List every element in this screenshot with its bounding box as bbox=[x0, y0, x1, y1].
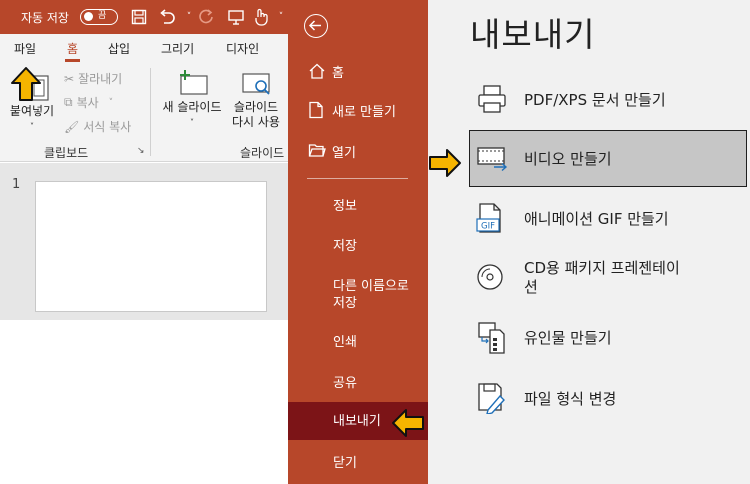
nav-info[interactable]: 정보 bbox=[333, 198, 357, 215]
package-for-cd-option[interactable]: CD용 패키지 프레젠테이 션 bbox=[470, 258, 746, 298]
slide-thumbnail-pane: 1 bbox=[0, 163, 288, 320]
create-video-label: 비디오 만들기 bbox=[524, 150, 612, 168]
video-film-icon bbox=[477, 147, 508, 172]
redo-icon[interactable] bbox=[198, 7, 216, 27]
page-title: 내보내기 bbox=[470, 15, 596, 54]
new-document-icon bbox=[309, 101, 323, 119]
undo-icon[interactable] bbox=[158, 7, 176, 27]
package-for-cd-label-1: CD용 패키지 프레젠테이 bbox=[524, 259, 680, 277]
printer-icon bbox=[478, 85, 506, 113]
package-for-cd-label: CD용 패키지 프레젠테이 션 bbox=[524, 259, 680, 297]
nav-share[interactable]: 공유 bbox=[333, 375, 357, 392]
autosave-toggle[interactable]: 끔 bbox=[80, 9, 118, 25]
new-slide-label: 새 슬라이드 bbox=[162, 100, 222, 114]
gif-file-icon: GIF bbox=[476, 203, 501, 233]
svg-text:GIF: GIF bbox=[481, 222, 495, 232]
tab-draw[interactable]: 그리기 bbox=[161, 40, 194, 57]
create-gif-option[interactable]: GIF 애니메이션 GIF 만들기 bbox=[470, 198, 746, 236]
create-pdf-xps-option[interactable]: PDF/XPS 문서 만들기 bbox=[470, 82, 746, 116]
change-file-type-icon bbox=[478, 383, 505, 414]
scissors-icon: ✂ bbox=[64, 71, 75, 86]
ribbon-divider bbox=[150, 68, 151, 156]
home-icon bbox=[309, 63, 325, 79]
paste-dropdown-icon[interactable]: ˅ bbox=[6, 119, 58, 134]
nav-save-as[interactable]: 다른 이름으로 저장 bbox=[333, 278, 409, 312]
save-icon[interactable] bbox=[130, 7, 148, 27]
undo-dropdown-icon[interactable]: ˅ bbox=[180, 7, 198, 27]
create-video-option[interactable]: 비디오 만들기 bbox=[469, 130, 747, 187]
nav-save-as-label-1: 다른 이름으로 bbox=[333, 279, 409, 294]
change-file-type-label: 파일 형식 변경 bbox=[524, 390, 617, 408]
nav-divider bbox=[307, 178, 408, 179]
new-slide-button[interactable]: 새 슬라이드 ˅ bbox=[158, 68, 226, 130]
cd-disc-icon bbox=[477, 264, 503, 290]
highlight-arrow-up-icon bbox=[11, 67, 41, 101]
nav-save[interactable]: 저장 bbox=[333, 238, 357, 255]
highlight-arrow-right-icon bbox=[429, 149, 461, 177]
format-painter-label: 서식 복사 bbox=[83, 120, 132, 134]
copy-button[interactable]: ⧉ 복사 ˅ bbox=[64, 94, 113, 111]
create-handouts-label: 유인물 만들기 bbox=[524, 329, 612, 347]
package-for-cd-label-2: 션 bbox=[524, 278, 538, 296]
toggle-state-label: 끔 bbox=[98, 11, 107, 21]
nav-open[interactable]: 열기 bbox=[288, 142, 428, 162]
nav-home-label: 홈 bbox=[332, 66, 344, 81]
tab-design[interactable]: 디자인 bbox=[226, 40, 259, 57]
toggle-knob bbox=[84, 12, 93, 21]
present-icon[interactable] bbox=[227, 7, 245, 27]
nav-new-label: 새로 만들기 bbox=[332, 105, 396, 120]
reuse-slide-button[interactable]: 슬라이드 다시 사용 bbox=[228, 68, 284, 130]
editor-canvas bbox=[0, 320, 288, 484]
open-folder-icon bbox=[308, 144, 326, 157]
title-bar: 자동 저장 끔 ˅ ˅ bbox=[0, 0, 288, 34]
slide-number: 1 bbox=[12, 177, 21, 192]
back-arrow-icon bbox=[308, 20, 321, 31]
new-slide-icon bbox=[180, 70, 208, 95]
copy-icon: ⧉ bbox=[64, 95, 73, 109]
highlight-arrow-left-icon bbox=[392, 409, 424, 437]
reuse-slide-icon bbox=[242, 73, 270, 95]
nav-new[interactable]: 새로 만들기 bbox=[288, 101, 428, 121]
copy-label: 복사 bbox=[76, 96, 99, 110]
paste-label: 붙여넣기 bbox=[9, 104, 55, 118]
clipboard-launcher-icon[interactable]: ↘ bbox=[137, 146, 145, 156]
export-panel: 내보내기 PDF/XPS 문서 만들기 비디오 만들기 GIF 애니메이션 GI… bbox=[428, 0, 750, 484]
copy-dropdown-icon[interactable]: ˅ bbox=[109, 98, 114, 108]
tab-insert[interactable]: 삽입 bbox=[108, 40, 130, 57]
ribbon: 붙여넣기 ˅ ✂ 잘라내기 ⧉ 복사 ˅ 🖌 서식 복사 클립보드 ↘ 새 슬라이드 ˅… bbox=[0, 62, 288, 162]
handouts-icon bbox=[478, 322, 505, 354]
cut-button[interactable]: ✂ 잘라내기 bbox=[64, 70, 122, 87]
back-button[interactable] bbox=[304, 14, 328, 38]
create-handouts-option[interactable]: 유인물 만들기 bbox=[470, 319, 746, 355]
format-painter-button[interactable]: 🖌 서식 복사 bbox=[64, 118, 131, 135]
group-slides-label: 슬라이드 bbox=[240, 146, 285, 160]
tab-home[interactable]: 홈 bbox=[64, 40, 81, 62]
nav-print[interactable]: 인쇄 bbox=[333, 334, 357, 351]
change-file-type-option[interactable]: 파일 형식 변경 bbox=[470, 380, 746, 416]
new-slide-dropdown-icon[interactable]: ˅ bbox=[158, 115, 226, 130]
tab-file[interactable]: 파일 bbox=[14, 40, 36, 57]
brush-icon: 🖌 bbox=[64, 119, 80, 134]
autosave-label: 자동 저장 bbox=[21, 11, 69, 25]
create-gif-label: 애니메이션 GIF 만들기 bbox=[524, 210, 669, 228]
reuse-slide-label-1: 슬라이드 bbox=[233, 100, 279, 114]
nav-save-as-label-2: 저장 bbox=[333, 296, 357, 311]
create-pdf-xps-label: PDF/XPS 문서 만들기 bbox=[524, 91, 666, 109]
touch-mode-icon[interactable] bbox=[252, 7, 270, 27]
ribbon-tabs: 파일 홈 삽입 그리기 디자인 bbox=[0, 34, 288, 62]
slide-thumbnail[interactable] bbox=[35, 181, 267, 312]
nav-home[interactable]: 홈 bbox=[288, 62, 428, 82]
nav-open-label: 열기 bbox=[332, 146, 356, 161]
reuse-slide-label-2: 다시 사용 bbox=[232, 115, 280, 129]
nav-close[interactable]: 닫기 bbox=[333, 455, 357, 472]
cut-label: 잘라내기 bbox=[78, 72, 123, 86]
group-clipboard-label: 클립보드 bbox=[44, 146, 89, 160]
nav-export-label: 내보내기 bbox=[333, 414, 381, 429]
